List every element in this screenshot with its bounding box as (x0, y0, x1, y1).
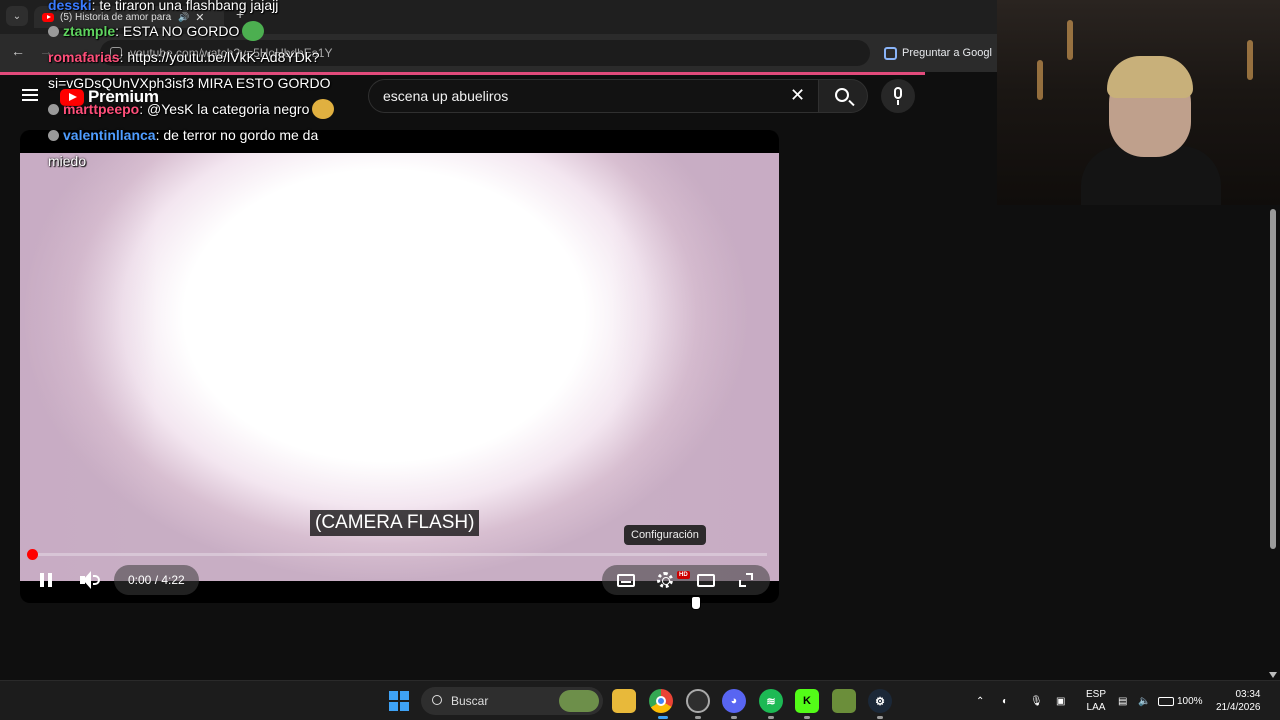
taskbar-search-label: Buscar (451, 694, 489, 708)
voice-search-button[interactable] (881, 79, 915, 113)
network-icon[interactable]: ◐ (1002, 681, 1008, 720)
obs-icon[interactable] (686, 689, 710, 713)
video-caption: (CAMERA FLASH) (310, 510, 480, 536)
search-highlight-image (559, 690, 599, 712)
microphone-icon (894, 87, 902, 99)
mouse-cursor-icon (691, 596, 701, 610)
battery-percent: 100% (1177, 695, 1203, 707)
search-button[interactable] (818, 79, 868, 113)
chat-message: ztample: ESTA NO GORDO (48, 18, 265, 44)
battery-indicator[interactable]: 100% (1158, 681, 1203, 720)
theater-mode-icon (697, 573, 715, 587)
chat-message-text: : te tiraron una flashbang jajajj (91, 0, 279, 13)
gear-icon (657, 572, 673, 588)
chat-message: si=vGDsQUnVXph3isf3 MIRA ESTO GORDO (48, 70, 331, 96)
microphone-tray-icon[interactable]: 🎙 (1030, 681, 1043, 720)
language-indicator[interactable]: ESP LAA (1086, 681, 1106, 720)
chat-message: romafarias: https://youtu.be/lVkK-Ad8YDk… (48, 44, 320, 70)
minecraft-icon[interactable] (832, 689, 856, 713)
chat-message-text: miedo (48, 153, 87, 169)
chat-message-text: : de terror no gordo me da (155, 127, 319, 143)
chat-message: desski: te tiraron una flashbang jajajj (48, 0, 278, 18)
chat-badge-icon (48, 130, 59, 141)
fullscreen-button[interactable] (734, 560, 758, 600)
ask-google-label: Preguntar a Googl (902, 47, 992, 59)
speaker-icon[interactable]: 🔈 (1138, 681, 1150, 720)
tray-overflow-icon[interactable]: ⌃ (976, 681, 984, 720)
player-controls: 0:00 / 4:22 HD (20, 560, 779, 600)
keyboard-layout: LAA (1086, 702, 1106, 713)
fullscreen-icon (739, 573, 753, 587)
hd-badge: HD (677, 571, 690, 579)
windows-taskbar: Buscar ◕ ≋ K ⚙ ⌃ ◐ 🎙 ▣ ESP LAA ▤ 🔈 100% 0… (0, 680, 1280, 720)
chat-message: valentinllanca: de terror no gordo me da (48, 122, 318, 148)
battery-icon (1158, 696, 1174, 706)
chat-message: miedo (48, 148, 86, 174)
chat-username[interactable]: romafarias (48, 49, 120, 65)
steam-icon[interactable]: ⚙ (868, 689, 892, 713)
taskbar-search[interactable]: Buscar (421, 687, 603, 715)
settings-tooltip: Configuración (624, 525, 706, 545)
pause-icon (40, 573, 52, 587)
subtitles-icon (617, 573, 635, 587)
discord-icon[interactable]: ◕ (722, 689, 746, 713)
page-scrollbar[interactable] (1266, 205, 1280, 680)
progress-bar[interactable] (27, 549, 767, 560)
chat-username[interactable]: marttpeepo (63, 101, 139, 117)
chat-emote-icon (242, 21, 265, 41)
pause-button[interactable] (34, 560, 58, 600)
volume-icon (80, 571, 100, 589)
tab-search-button[interactable]: ⌄ (6, 6, 28, 26)
display-icon[interactable]: ▣ (1056, 681, 1065, 720)
language-code: ESP (1086, 689, 1107, 700)
chat-badge-icon (48, 104, 59, 115)
chat-username[interactable]: ztample (63, 23, 115, 39)
google-lens-icon (884, 46, 897, 60)
time-display: 0:00 / 4:22 (114, 565, 199, 595)
search-input[interactable]: escena up abueliros (368, 79, 820, 113)
menu-icon[interactable] (22, 89, 38, 101)
wifi-icon[interactable]: ▤ (1118, 681, 1127, 720)
theater-mode-button[interactable] (694, 560, 718, 600)
search-icon (835, 88, 849, 102)
progress-scrubber[interactable] (27, 549, 38, 560)
chat-message-text: : ESTA NO GORDO (115, 23, 240, 39)
webcam-overlay (997, 0, 1280, 205)
clock[interactable]: 03:34 21/4/2026 (1216, 681, 1261, 720)
back-arrow-icon[interactable]: ← (8, 43, 28, 59)
video-player[interactable]: (CAMERA FLASH) Configuración 0:00 / 4:22… (20, 130, 779, 603)
screen: ⌄ (5) Historia de amor para t 🔊 ✕ + ← → … (0, 0, 1280, 720)
spotify-icon[interactable]: ≋ (759, 689, 783, 713)
clock-date: 21/4/2026 (1216, 702, 1261, 713)
clear-search-icon[interactable]: ✕ (790, 85, 805, 105)
chat-username[interactable]: desski (48, 0, 92, 13)
windows-start-icon[interactable] (389, 691, 409, 711)
kick-icon[interactable]: K (795, 689, 819, 713)
chrome-icon[interactable] (649, 689, 673, 713)
search-icon (432, 695, 442, 705)
chat-emote-icon (312, 99, 335, 119)
ask-google-button[interactable]: Preguntar a Googl (884, 43, 992, 63)
scroll-down-icon[interactable] (1269, 672, 1277, 678)
scrollbar-thumb[interactable] (1270, 209, 1276, 549)
chat-message-text: : https://youtu.be/lVkK-Ad8YDk? (119, 49, 320, 65)
clock-time: 03:34 (1235, 689, 1261, 700)
chat-message: marttpeepo: @YesK la categoria negro (48, 96, 335, 122)
subtitles-button[interactable] (614, 560, 638, 600)
chat-badge-icon (48, 26, 59, 37)
chat-message-text: : @YesK la categoria negro (139, 101, 310, 117)
chat-message-text: si=vGDsQUnVXph3isf3 MIRA ESTO GORDO (48, 75, 331, 91)
chat-username[interactable]: valentinllanca (63, 127, 156, 143)
file-explorer-icon[interactable] (612, 689, 636, 713)
settings-button[interactable] (653, 560, 677, 600)
mute-button[interactable] (78, 560, 102, 600)
